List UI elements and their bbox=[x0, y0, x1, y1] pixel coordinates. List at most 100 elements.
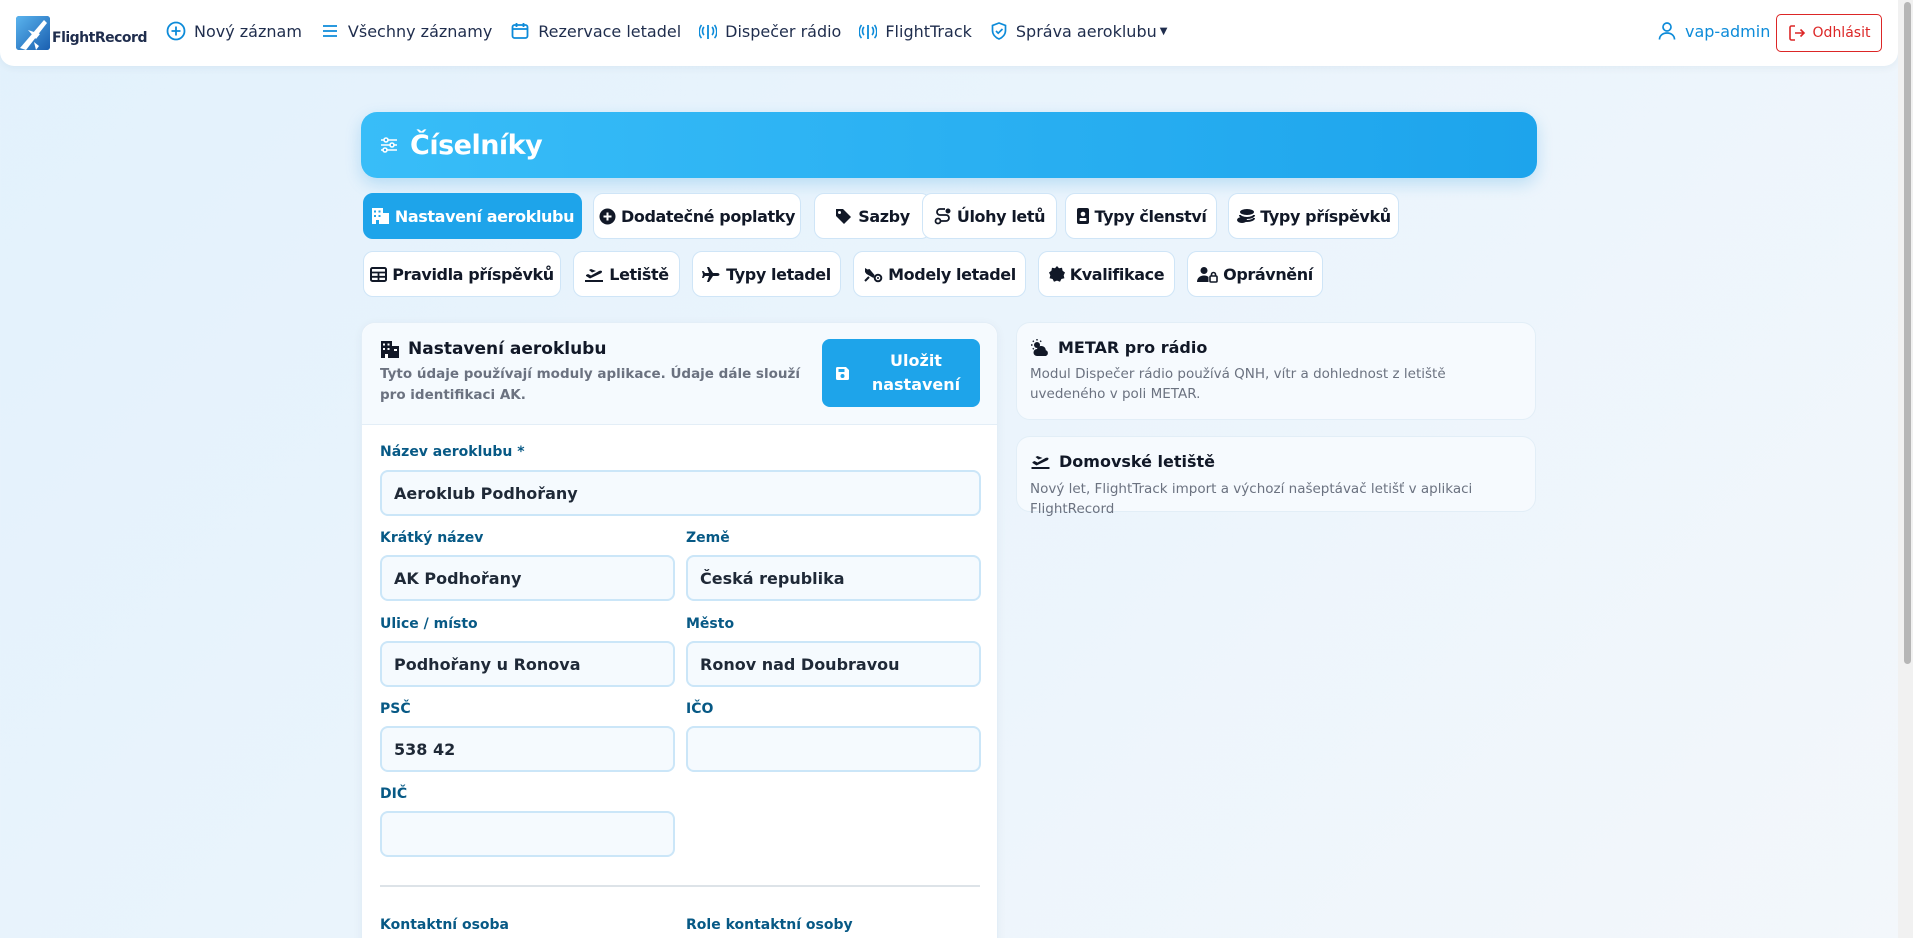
certificate-icon bbox=[1048, 266, 1065, 282]
card-description: Tyto údaje používají moduly aplikace. Úd… bbox=[380, 366, 800, 403]
airplane-logo-icon bbox=[16, 16, 50, 50]
tab-label: Modely letadel bbox=[888, 264, 1016, 284]
nav-aircraft-booking-label: Rezervace letadel bbox=[538, 21, 682, 41]
tab-membership-types[interactable]: Typy členství bbox=[1065, 193, 1217, 239]
ico-label: IČO bbox=[686, 701, 714, 717]
user-lock-icon bbox=[1197, 266, 1218, 283]
zip-label: PSČ bbox=[380, 701, 411, 717]
logout-button[interactable]: Odhlásit bbox=[1776, 14, 1882, 52]
shield-icon bbox=[991, 22, 1007, 40]
tab-label: Nastavení aeroklubu bbox=[394, 206, 575, 226]
nav-dispatcher-radio[interactable]: Dispečer rádio bbox=[699, 21, 841, 41]
user-icon bbox=[1658, 22, 1676, 40]
table-icon bbox=[370, 266, 388, 282]
country-label: Země bbox=[686, 530, 730, 546]
plane-gear-icon bbox=[864, 268, 883, 283]
tab-contribution-types[interactable]: Typy příspěvků bbox=[1228, 193, 1399, 239]
nav-club-admin-dropdown[interactable]: Správa aeroklubu ▼ bbox=[990, 21, 1168, 41]
username: vap-admin bbox=[1685, 21, 1771, 41]
list-icon bbox=[322, 25, 337, 37]
tab-club-settings[interactable]: Nastavení aeroklubu bbox=[363, 193, 582, 239]
tab-rates[interactable]: Sazby bbox=[814, 193, 931, 239]
tab-label: Kvalifikace bbox=[1069, 264, 1165, 284]
home-airport-info-description: Nový let, FlightTrack import a výchozí n… bbox=[1030, 481, 1473, 517]
home-airport-info-title-text: Domovské letiště bbox=[1059, 452, 1216, 471]
scrollbar-thumb[interactable] bbox=[1904, 2, 1911, 664]
card-title-text: Nastavení aeroklubu bbox=[408, 339, 607, 359]
plane-departure-icon bbox=[585, 268, 604, 282]
section-divider bbox=[380, 885, 980, 887]
nav-club-admin-label: Správa aeroklubu bbox=[1015, 21, 1157, 41]
short-name-input[interactable] bbox=[380, 555, 675, 601]
tab-permissions[interactable]: Oprávnění bbox=[1187, 251, 1323, 297]
metar-info-title: METAR pro rádio bbox=[1030, 338, 1207, 357]
plus-circle-icon bbox=[166, 21, 186, 41]
tab-label: Letiště bbox=[609, 264, 669, 284]
sliders-icon bbox=[381, 137, 397, 153]
ico-input[interactable] bbox=[686, 726, 981, 772]
chevron-down-icon: ▼ bbox=[1159, 25, 1168, 37]
dic-label: DIČ bbox=[380, 786, 408, 802]
building-icon bbox=[381, 340, 399, 358]
tab-airports[interactable]: Letiště bbox=[573, 251, 680, 297]
card-header: Nastavení aeroklubu Tyto údaje používají… bbox=[362, 323, 997, 425]
club-name-input[interactable] bbox=[380, 470, 981, 516]
building-icon bbox=[371, 208, 389, 224]
nav-flighttrack[interactable]: FlightTrack bbox=[859, 21, 972, 41]
card-title: Nastavení aeroklubu bbox=[380, 339, 606, 359]
save-settings-label: Uložit nastavení bbox=[871, 351, 961, 394]
plus-circle-icon bbox=[599, 208, 616, 224]
tab-contribution-rules[interactable]: Pravidla příspěvků bbox=[363, 251, 561, 297]
tab-flight-tasks[interactable]: Úlohy letů bbox=[922, 193, 1057, 239]
nav-flighttrack-label: FlightTrack bbox=[885, 21, 972, 41]
logout-label: Odhlásit bbox=[1812, 25, 1871, 41]
home-airport-info-title: Domovské letiště bbox=[1030, 452, 1215, 471]
nav-aircraft-booking[interactable]: Rezervace letadel bbox=[510, 21, 681, 41]
page-header-banner: Číselníky bbox=[361, 112, 1537, 178]
nav-dispatcher-radio-label: Dispečer rádio bbox=[725, 21, 842, 41]
tab-label: Typy letadel bbox=[726, 264, 831, 284]
page-title: Číselníky bbox=[410, 129, 543, 161]
city-label: Město bbox=[686, 616, 735, 632]
tab-label: Typy příspěvků bbox=[1260, 206, 1391, 226]
tab-label: Typy členství bbox=[1094, 206, 1207, 226]
club-name-label: Název aeroklubu * bbox=[380, 444, 525, 460]
logout-icon bbox=[1788, 25, 1805, 41]
tab-label: Dodatečné poplatky bbox=[620, 206, 796, 226]
route-icon bbox=[934, 208, 951, 225]
brand-logo-link[interactable]: FlightRecord bbox=[14, 12, 147, 54]
contact-person-label: Kontaktní osoba bbox=[380, 917, 510, 933]
city-input[interactable] bbox=[686, 641, 981, 687]
short-name-label: Krátký název bbox=[380, 530, 484, 546]
metar-info-card: METAR pro rádio Modul Dispečer rádio pou… bbox=[1016, 322, 1536, 420]
save-settings-button[interactable]: Uložit nastavení bbox=[822, 339, 980, 407]
tab-label: Oprávnění bbox=[1223, 264, 1313, 284]
user-profile-link[interactable]: vap-admin bbox=[1658, 21, 1770, 41]
coins-icon bbox=[1237, 208, 1256, 223]
tab-aircraft-types[interactable]: Typy letadel bbox=[692, 251, 841, 297]
floppy-disk-icon bbox=[836, 366, 849, 380]
plane-departure-icon bbox=[1031, 456, 1050, 469]
plane-icon bbox=[702, 266, 720, 282]
metar-info-title-text: METAR pro rádio bbox=[1058, 338, 1208, 357]
tab-label: Pravidla příspěvků bbox=[392, 264, 554, 284]
street-label: Ulice / místo bbox=[380, 616, 478, 632]
top-navbar: FlightRecord Nový záznam Všechny záznamy… bbox=[0, 0, 1898, 66]
contact-role-label: Role kontaktní osoby bbox=[686, 917, 853, 933]
street-input[interactable] bbox=[380, 641, 675, 687]
tab-label: Úlohy letů bbox=[956, 206, 1046, 226]
tab-additional-fees[interactable]: Dodatečné poplatky bbox=[593, 193, 801, 239]
country-input[interactable] bbox=[686, 555, 981, 601]
tab-label: Sazby bbox=[858, 206, 910, 226]
nav-new-record[interactable]: Nový záznam bbox=[166, 21, 302, 41]
tags-icon bbox=[836, 208, 852, 224]
cloud-sun-icon bbox=[1031, 338, 1048, 356]
metar-info-description: Modul Dispečer rádio používá QNH, vítr a… bbox=[1030, 366, 1446, 402]
tab-aircraft-models[interactable]: Modely letadel bbox=[853, 251, 1026, 297]
calendar-icon bbox=[511, 23, 529, 39]
zip-input[interactable] bbox=[380, 726, 675, 772]
nav-all-records[interactable]: Všechny záznamy bbox=[320, 21, 492, 41]
dic-input[interactable] bbox=[380, 811, 675, 857]
brand-name: FlightRecord bbox=[52, 30, 147, 46]
tab-qualifications[interactable]: Kvalifikace bbox=[1038, 251, 1175, 297]
